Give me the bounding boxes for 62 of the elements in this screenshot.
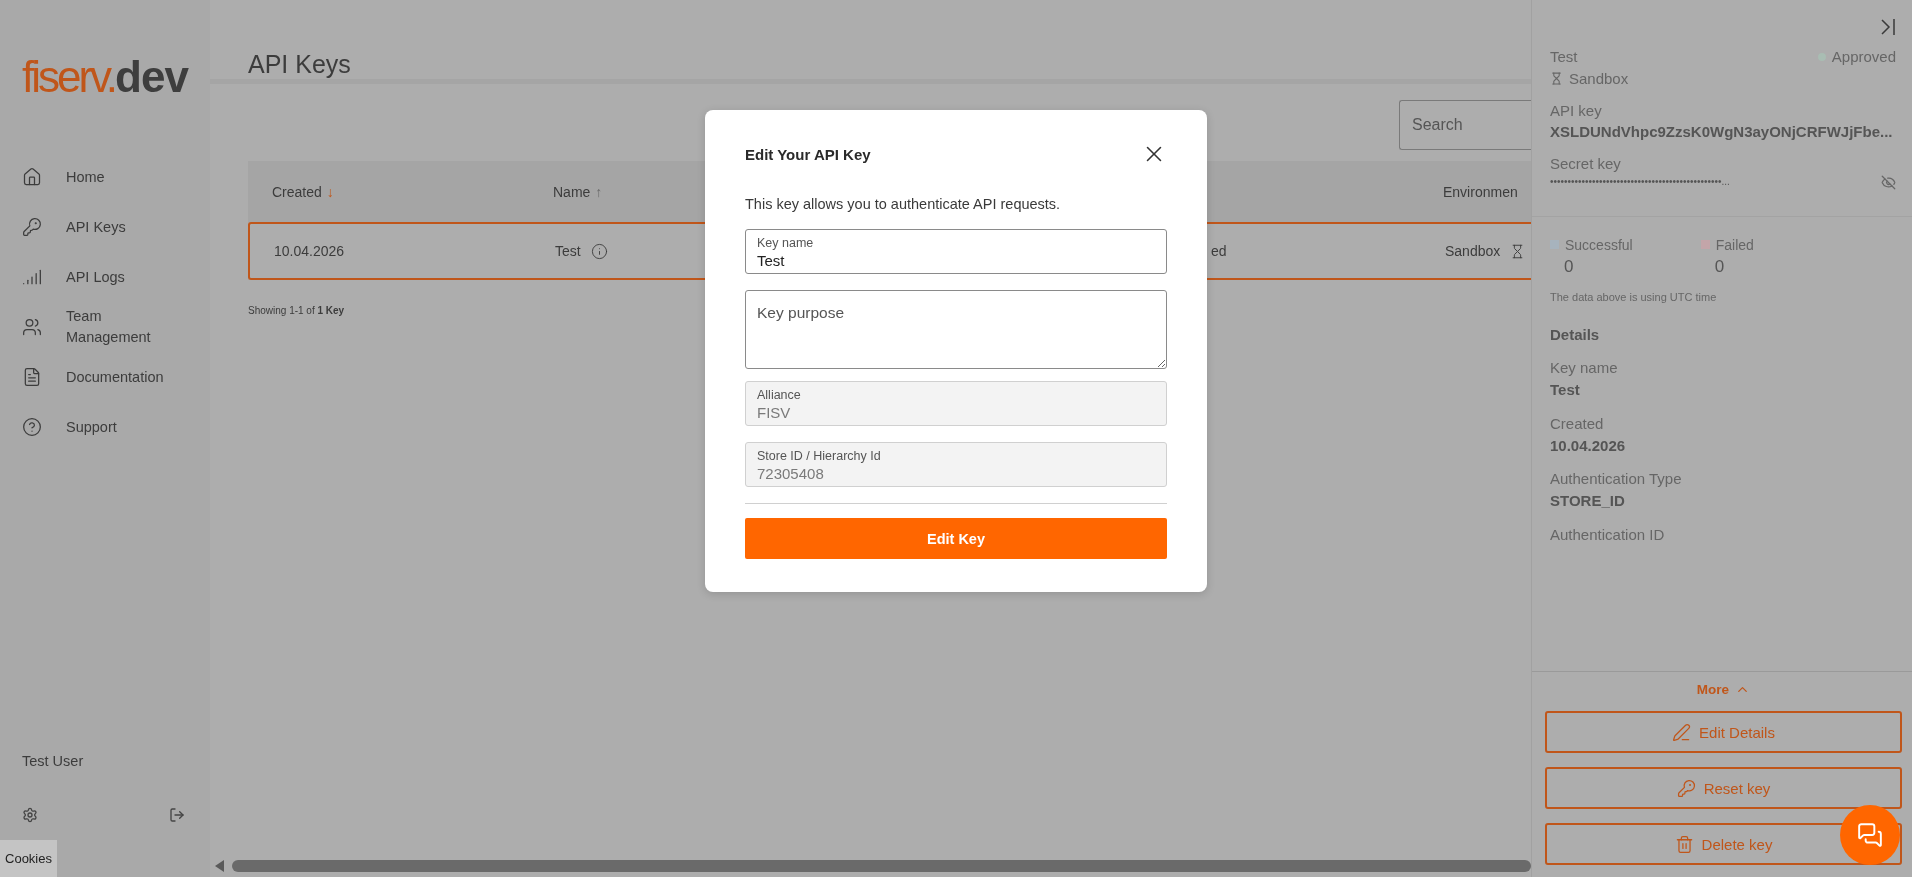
edit-key-button[interactable]: Edit Key [745, 518, 1167, 559]
nav-item[interactable]: Support [0, 402, 210, 452]
legend-label: Failed [1715, 235, 1754, 255]
fiserv-logo[interactable]: fiserv.dev [22, 52, 188, 102]
column-header[interactable]: Created [272, 183, 322, 200]
trash-icon [1674, 834, 1694, 854]
column-header[interactable]: Name [553, 183, 591, 200]
help-icon [22, 417, 42, 437]
chat-icon [1857, 822, 1883, 848]
search-field[interactable]: Search [1399, 100, 1531, 150]
table-cell: ed [1211, 243, 1227, 259]
key-purpose-field[interactable]: Key purpose [745, 290, 1167, 369]
api-key-value: XSLDUNdVhpc9ZzsK0WgN3ayONjCRFWJjFbe... [1550, 122, 1894, 143]
dialog-description: This key allows you to authenticate API requests. [745, 196, 1062, 212]
key-icon [22, 217, 42, 237]
table-cell: Sandbox [1445, 243, 1501, 259]
details-heading: Details [1550, 324, 1601, 345]
page-title: API Keys [248, 50, 351, 79]
utc-note: The data above is using UTC time [1550, 289, 1718, 305]
info-icon[interactable] [590, 242, 608, 260]
field-value: Test [1550, 380, 1581, 401]
secret-key-value: •••••••••••••••••••••••••••••••••••••••••••••••••... [1550, 175, 1730, 189]
field-label: Key name [1550, 358, 1619, 379]
stat-value: 0 [1713, 256, 1726, 279]
user-name: Test User [22, 753, 84, 769]
nav-item[interactable]: API Keys [0, 202, 210, 252]
column-header[interactable]: Environmen [1443, 183, 1518, 200]
nav-item[interactable]: Team Management [0, 302, 210, 352]
people-icon [22, 317, 42, 337]
field-value: STORE_ID [1550, 491, 1626, 512]
stat-value: 0 [1563, 256, 1575, 279]
environment-text: Sandbox [1569, 68, 1629, 89]
field-label: Authentication ID [1550, 524, 1666, 545]
dialog-title: Edit Your API Key [745, 145, 871, 163]
table-cell: 10.04.2026 [274, 243, 345, 259]
table-cell: Test [555, 243, 581, 259]
collapse-panel-icon[interactable] [1880, 18, 1896, 36]
field-value: 10.04.2026 [1550, 435, 1627, 456]
pencil-icon [1672, 722, 1692, 742]
settings-icon[interactable] [22, 807, 38, 823]
key-icon [1676, 778, 1696, 798]
results-summary: Showing 1-1 of 1 Key [248, 305, 345, 316]
input-field[interactable]: Key name Test [745, 229, 1167, 274]
logout-icon[interactable] [169, 807, 185, 823]
scrollbar-thumb[interactable] [232, 860, 1531, 872]
nav-item[interactable]: API Logs [0, 252, 210, 302]
field-label: Created [1550, 413, 1605, 434]
hourglass-icon [1550, 72, 1563, 86]
signal-bars-icon [22, 267, 42, 287]
nav-item[interactable]: Home [0, 152, 210, 202]
document-icon [22, 367, 42, 387]
key-title: Test [1550, 47, 1578, 67]
legend-label: Successful [1565, 235, 1633, 255]
eye-off-icon[interactable] [1881, 174, 1896, 190]
house-icon [22, 167, 42, 187]
field-label: Authentication Type [1550, 469, 1683, 490]
cookies-button[interactable]: Cookies [0, 840, 57, 877]
field-label: API key [1550, 100, 1603, 121]
status-text: Approved [1831, 47, 1896, 67]
field-label: Secret key [1550, 154, 1622, 174]
nav-item[interactable]: Documentation [0, 352, 210, 402]
scroll-left-icon[interactable] [215, 860, 224, 872]
